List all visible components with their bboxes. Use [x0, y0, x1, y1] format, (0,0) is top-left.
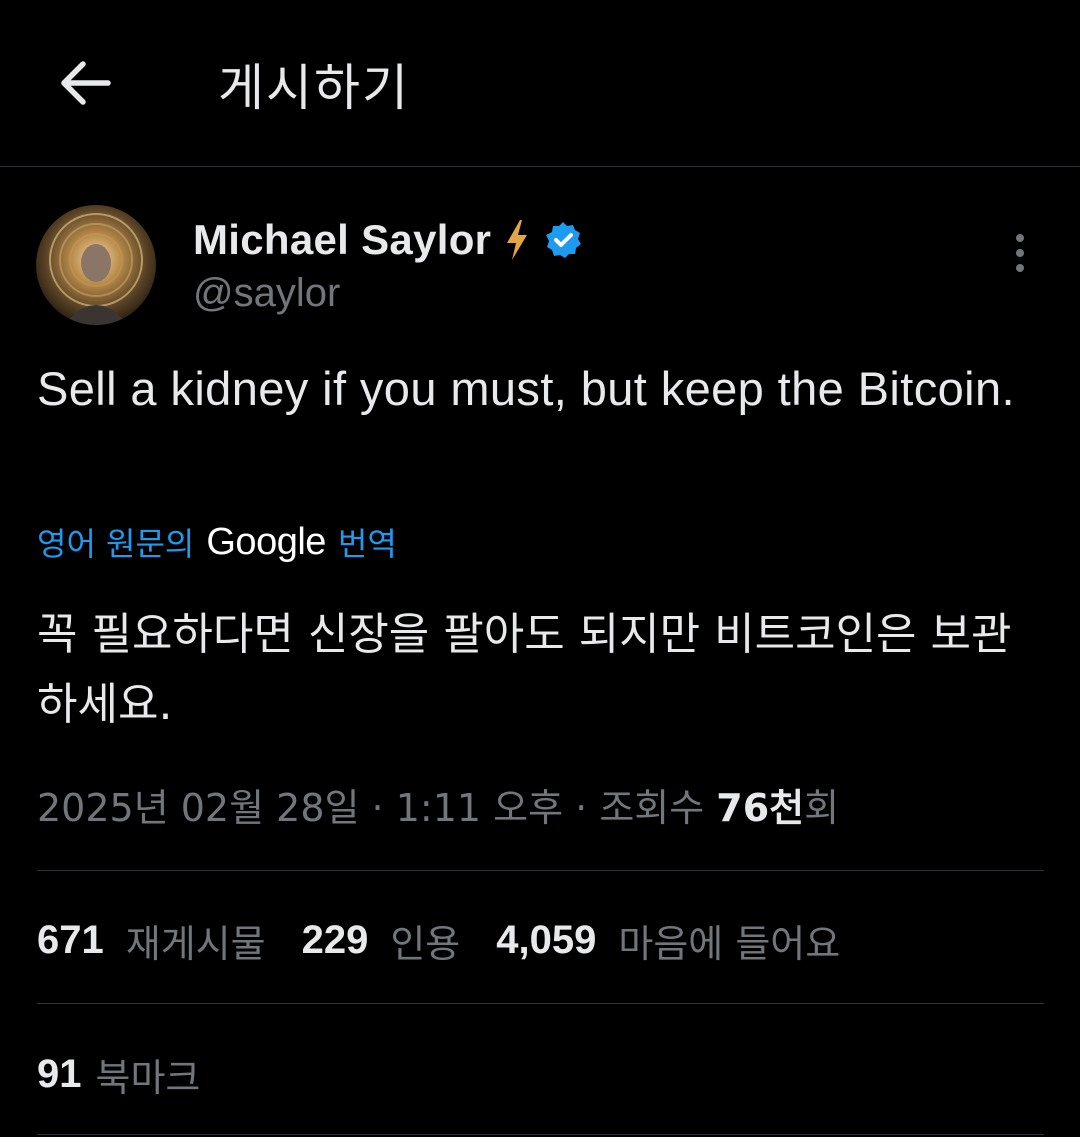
quotes-label: 인용 — [390, 921, 461, 966]
divider — [37, 870, 1044, 871]
page-title: 게시하기 — [218, 59, 410, 117]
tweet-date[interactable]: 2025년 02월 28일 — [37, 786, 359, 830]
tweet-meta: 2025년 02월 28일 · 1:11 오후 · 조회수 76천회 — [37, 780, 839, 836]
likes-count: 4,059 — [496, 917, 597, 962]
translate-prefix: 영어 원문의 — [37, 525, 195, 563]
divider — [37, 1003, 1044, 1004]
author-name-row[interactable]: Michael Saylor — [193, 212, 583, 268]
more-options-button[interactable] — [1000, 228, 1040, 278]
tweet-text: Sell a kidney if you must, but keep the … — [37, 362, 1015, 415]
quotes-count: 229 — [301, 917, 369, 962]
author-display-name[interactable]: Michael Saylor — [193, 216, 491, 264]
back-button[interactable] — [52, 50, 118, 116]
bookmarks-label: 북마크 — [95, 1055, 201, 1100]
translated-tweet-text: 꼭 필요하다면 신장을 팔아도 되지만 비트코인은 보관하세요. — [37, 609, 1012, 730]
reposts-label: 재게시물 — [125, 921, 266, 966]
views-label: 조회수 — [599, 786, 717, 830]
tweet-time[interactable]: 1:11 오후 — [396, 786, 563, 830]
more-dots-icon — [1016, 234, 1024, 242]
google-translate-link[interactable]: 영어 원문의 Google 번역 — [37, 516, 397, 568]
bookmarks-stat[interactable]: 91 북마크 — [37, 1046, 200, 1102]
meta-separator: · — [371, 786, 396, 830]
translate-suffix: 번역 — [337, 525, 397, 563]
views-suffix: 회 — [804, 786, 840, 830]
more-dot — [1016, 264, 1024, 272]
avatar[interactable] — [36, 205, 156, 325]
top-app-bar: 게시하기 — [0, 0, 1080, 167]
author-handle[interactable]: @saylor — [193, 268, 340, 318]
more-dot — [1016, 249, 1024, 257]
quotes-stat[interactable]: 229 인용 — [302, 913, 461, 968]
verified-badge-icon[interactable] — [543, 220, 583, 260]
views-count[interactable]: 76천 — [716, 786, 804, 830]
reposts-stat[interactable]: 671 재게시물 — [37, 913, 266, 968]
meta-separator: · — [575, 786, 600, 830]
divider — [37, 1134, 1044, 1135]
engagement-stats: 671 재게시물 229 인용 4,059 마음에 들어요 — [37, 912, 876, 968]
reposts-count: 671 — [37, 917, 104, 962]
lightning-emoji-icon — [507, 220, 528, 260]
likes-label: 마음에 들어요 — [618, 921, 841, 966]
bookmarks-count: 91 — [37, 1051, 82, 1096]
arrow-left-icon — [61, 61, 111, 105]
likes-stat[interactable]: 4,059 마음에 들어요 — [496, 913, 840, 968]
google-logo: Google — [206, 520, 326, 563]
